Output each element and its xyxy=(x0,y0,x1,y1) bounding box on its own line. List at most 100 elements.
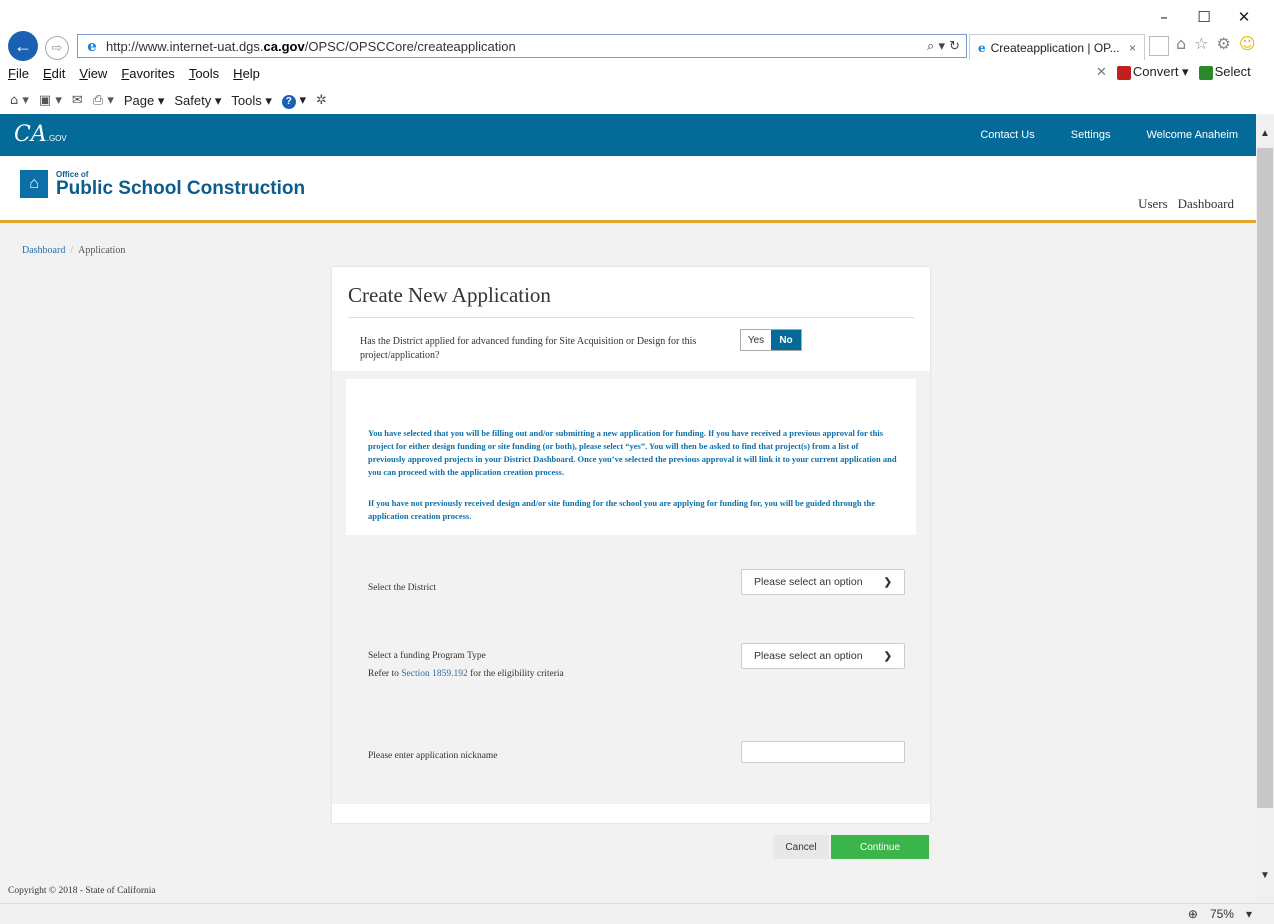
site-brand[interactable]: Public School Construction xyxy=(56,178,305,200)
new-tab-button[interactable] xyxy=(1149,36,1169,56)
program-type-select[interactable]: Please select an option ❯ xyxy=(741,643,905,669)
browser-tab[interactable]: e Createapplication | OP... × xyxy=(969,34,1145,60)
info-paragraph-1: You have selected that you will be filli… xyxy=(368,428,897,477)
chevron-down-icon: ❯ xyxy=(883,576,892,588)
ie-logo-icon: e xyxy=(87,37,97,55)
tab-title: Createapplication | OP... xyxy=(990,40,1120,55)
breadcrumb-current: Application xyxy=(78,245,126,256)
convert-label: Convert xyxy=(1132,64,1179,79)
ca-gov-logo[interactable]: CA.GOV xyxy=(14,122,67,147)
breadcrumb: Dashboard / Application xyxy=(22,245,125,256)
zoom-level: 75% xyxy=(1209,907,1234,921)
settings-link[interactable]: Settings xyxy=(1071,129,1111,141)
menu-help[interactable]: Help xyxy=(233,66,260,81)
address-bar[interactable]: e http://www.internet-uat.dgs.ca.gov/OPS… xyxy=(77,34,967,58)
vertical-scrollbar[interactable]: ▲ ▼ xyxy=(1256,114,1274,903)
nickname-input[interactable] xyxy=(741,741,905,763)
nav-users[interactable]: Users xyxy=(1138,196,1168,212)
advanced-funding-question: Has the District applied for advanced fu… xyxy=(360,336,697,361)
info-box: You have selected that you will be filli… xyxy=(346,379,916,535)
application-details-panel: You have selected that you will be filli… xyxy=(332,371,930,804)
settings-gear-icon[interactable]: ✲ xyxy=(316,93,327,108)
menu-edit[interactable]: Edit xyxy=(43,66,65,81)
print-dropdown-icon[interactable]: ⎙ ▾ xyxy=(93,93,114,108)
favorites-star-icon[interactable]: ☆ xyxy=(1194,34,1208,53)
pdf-toolbar: ✕ Convert ▾ Select xyxy=(1096,64,1251,80)
status-bar: ⊕ 75% ▾ xyxy=(0,903,1274,924)
feeds-dropdown-icon[interactable]: ▣ ▾ xyxy=(39,93,62,108)
title-divider xyxy=(348,317,914,318)
url-domain: ca.gov xyxy=(263,38,305,54)
window-controls: – ☐ ✕ xyxy=(1144,4,1264,30)
yes-button[interactable]: Yes xyxy=(741,330,771,350)
select-icon xyxy=(1198,65,1213,80)
smiley-icon[interactable]: ☺ xyxy=(1239,34,1256,53)
arrow-right-icon: ⇨ xyxy=(51,40,63,55)
district-select[interactable]: Please select an option ❯ xyxy=(741,569,905,595)
page-menu[interactable]: Page ▾ xyxy=(124,93,165,109)
zoom-dropdown-icon[interactable]: ▾ xyxy=(1246,907,1252,921)
maximize-icon[interactable]: ☐ xyxy=(1184,4,1224,30)
cancel-button[interactable]: Cancel xyxy=(773,835,829,859)
chevron-down-icon: ❯ xyxy=(883,650,892,662)
url-suffix: /OPSC/OPSCCore/createapplication xyxy=(304,38,516,54)
yes-no-toggle: Yes No xyxy=(740,329,802,351)
tools-menu-label: Tools xyxy=(231,92,262,108)
command-bar: ⌂ ▾ ▣ ▾ ✉ ⎙ ▾ Page ▾ Safety ▾ Tools ▾ ? … xyxy=(10,92,327,109)
gear-icon[interactable]: ⚙ xyxy=(1217,34,1231,53)
ca-logo-sub: .GOV xyxy=(46,134,67,143)
close-icon[interactable]: ✕ xyxy=(1224,4,1264,30)
nickname-label: Please enter application nickname xyxy=(368,751,498,761)
scroll-up-icon[interactable]: ▲ xyxy=(1256,124,1274,142)
back-button[interactable]: ← xyxy=(8,31,38,61)
ie-logo-icon: e xyxy=(978,40,986,55)
info-paragraph-2: If you have not previously received desi… xyxy=(368,498,876,521)
site-header: ⌂ Office of Public School Construction U… xyxy=(0,156,1256,223)
scroll-down-icon[interactable]: ▼ xyxy=(1256,866,1274,884)
tab-close-icon[interactable]: × xyxy=(1129,41,1136,55)
help-icon: ? xyxy=(281,95,296,109)
nav-dashboard[interactable]: Dashboard xyxy=(1178,196,1234,212)
home-dropdown-icon[interactable]: ⌂ ▾ xyxy=(10,93,29,108)
copyright: Copyright © 2018 - State of California xyxy=(8,886,156,896)
page-viewport: CA.GOV Contact Us Settings Welcome Anahe… xyxy=(0,114,1256,903)
pdf-icon xyxy=(1116,65,1131,80)
address-url[interactable]: http://www.internet-uat.dgs.ca.gov/OPSC/… xyxy=(106,39,927,54)
program-select-value: Please select an option xyxy=(754,650,863,662)
address-search-refresh-icon[interactable]: ⌕ ▾ ↻ xyxy=(927,39,966,54)
program-note-prefix: Refer to xyxy=(368,669,402,679)
section-link[interactable]: Section 1859.192 xyxy=(401,669,468,679)
tools-menu[interactable]: Tools ▾ xyxy=(231,93,272,109)
header-nav: Users Dashboard xyxy=(1138,196,1234,212)
menu-favorites[interactable]: Favorites xyxy=(121,66,174,81)
zoom-icon: ⊕ xyxy=(1187,907,1198,921)
forward-button[interactable]: ⇨ xyxy=(45,36,69,60)
continue-button[interactable]: Continue xyxy=(831,835,929,859)
program-note-suffix: for the eligibility criteria xyxy=(467,669,564,679)
breadcrumb-dashboard[interactable]: Dashboard xyxy=(22,245,65,256)
home-icon[interactable]: ⌂ xyxy=(1176,34,1186,53)
safety-menu[interactable]: Safety ▾ xyxy=(174,93,221,109)
convert-button[interactable]: Convert ▾ xyxy=(1116,64,1189,80)
zoom-control[interactable]: ⊕ 75% ▾ xyxy=(1188,907,1252,921)
no-button[interactable]: No xyxy=(771,330,801,350)
menu-tools[interactable]: Tools xyxy=(189,66,219,81)
menu-view[interactable]: View xyxy=(79,66,107,81)
minimize-icon[interactable]: – xyxy=(1144,4,1184,30)
arrow-left-icon: ← xyxy=(14,35,32,56)
district-label: Select the District xyxy=(368,583,437,593)
welcome-user-link[interactable]: Welcome Anaheim xyxy=(1146,129,1238,141)
school-building-icon: ⌂ xyxy=(20,170,48,198)
contact-us-link[interactable]: Contact Us xyxy=(980,129,1034,141)
program-type-label: Select a funding Program Type xyxy=(368,651,486,661)
mail-icon[interactable]: ✉ xyxy=(72,93,83,108)
menu-bar: File Edit View Favorites Tools Help xyxy=(8,66,260,81)
program-type-note: Refer to Section 1859.192 for the eligib… xyxy=(368,669,564,679)
close-toolbar-icon[interactable]: ✕ xyxy=(1096,64,1107,80)
menu-file[interactable]: File xyxy=(8,66,29,81)
select-button[interactable]: Select xyxy=(1198,64,1251,80)
help-dropdown[interactable]: ? ▾ xyxy=(281,92,306,109)
url-prefix: http://www.internet-uat.dgs. xyxy=(106,38,264,54)
scroll-thumb[interactable] xyxy=(1257,148,1273,808)
top-links: Contact Us Settings Welcome Anaheim xyxy=(980,129,1238,141)
